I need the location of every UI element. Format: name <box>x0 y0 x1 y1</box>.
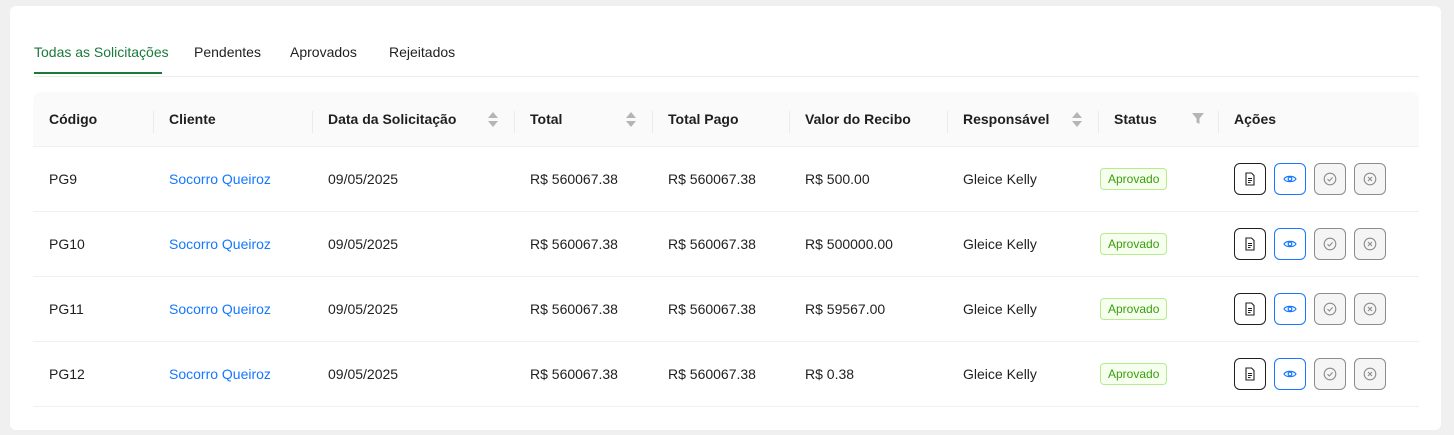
receipt-button[interactable] <box>1234 163 1266 195</box>
view-button[interactable] <box>1274 163 1306 195</box>
approve-button[interactable] <box>1314 293 1346 325</box>
sort-icon[interactable] <box>626 112 636 128</box>
status-badge: Aprovado <box>1100 168 1168 190</box>
cell-total-pago: R$ 560067.38 <box>652 341 789 407</box>
cell-total: R$ 560067.38 <box>514 276 652 342</box>
row-actions <box>1234 163 1403 195</box>
reject-button[interactable] <box>1354 228 1386 260</box>
receipt-button[interactable] <box>1234 228 1266 260</box>
filter-icon[interactable] <box>1192 113 1204 125</box>
cell-responsavel: Gleice Kelly <box>947 341 1098 407</box>
table-row: PG9 Socorro Queiroz 09/05/2025 R$ 560067… <box>33 146 1419 212</box>
cell-total: R$ 560067.38 <box>514 211 652 277</box>
check-circle-icon <box>1323 302 1337 316</box>
client-link[interactable]: Socorro Queiroz <box>169 171 271 187</box>
cell-codigo: PG11 <box>33 276 153 342</box>
col-header-codigo: Código <box>33 92 153 147</box>
table-header-row: Código Cliente Data da Solicitação Total… <box>33 92 1419 147</box>
tab-pendentes[interactable]: Pendentes <box>194 44 261 60</box>
reject-button[interactable] <box>1354 358 1386 390</box>
cell-data: 09/05/2025 <box>312 146 514 212</box>
receipt-button[interactable] <box>1234 293 1266 325</box>
cell-total-pago: R$ 560067.38 <box>652 276 789 342</box>
view-button[interactable] <box>1274 358 1306 390</box>
document-icon <box>1245 237 1255 251</box>
col-header-total-pago: Total Pago <box>652 92 789 147</box>
requests-card: Todas as Solicitações Pendentes Aprovado… <box>10 6 1441 430</box>
close-circle-icon <box>1363 367 1377 381</box>
row-actions <box>1234 358 1403 390</box>
sort-icon[interactable] <box>488 112 498 128</box>
table-row: PG11 Socorro Queiroz 09/05/2025 R$ 56006… <box>33 276 1419 342</box>
tab-aprovados[interactable]: Aprovados <box>290 44 357 60</box>
tab-todas-solicitacoes[interactable]: Todas as Solicitações <box>34 44 169 60</box>
status-badge: Aprovado <box>1100 363 1168 385</box>
document-icon <box>1245 172 1255 186</box>
row-actions <box>1234 228 1403 260</box>
col-header-cliente: Cliente <box>153 92 312 147</box>
requests-table: Código Cliente Data da Solicitação Total… <box>33 92 1419 407</box>
status-tabs: Todas as Solicitações Pendentes Aprovado… <box>34 6 1419 77</box>
cell-total-pago: R$ 560067.38 <box>652 146 789 212</box>
cell-data: 09/05/2025 <box>312 276 514 342</box>
document-icon <box>1245 367 1255 381</box>
eye-icon <box>1283 240 1297 248</box>
approve-button[interactable] <box>1314 163 1346 195</box>
client-link[interactable]: Socorro Queiroz <box>169 236 271 252</box>
reject-button[interactable] <box>1354 293 1386 325</box>
active-tab-indicator <box>34 72 162 74</box>
cell-valor-recibo: R$ 500.00 <box>789 146 947 212</box>
row-actions <box>1234 293 1403 325</box>
eye-icon <box>1283 305 1297 313</box>
cell-valor-recibo: R$ 59567.00 <box>789 276 947 342</box>
view-button[interactable] <box>1274 228 1306 260</box>
cell-codigo: PG12 <box>33 341 153 407</box>
col-header-status: Status <box>1098 92 1218 147</box>
col-header-data[interactable]: Data da Solicitação <box>312 92 514 147</box>
col-header-valor-recibo: Valor do Recibo <box>789 92 947 147</box>
status-badge: Aprovado <box>1100 298 1168 320</box>
cell-total: R$ 560067.38 <box>514 341 652 407</box>
sort-icon[interactable] <box>1072 112 1082 128</box>
check-circle-icon <box>1323 172 1337 186</box>
cell-codigo: PG9 <box>33 146 153 212</box>
cell-data: 09/05/2025 <box>312 341 514 407</box>
document-icon <box>1245 302 1255 316</box>
client-link[interactable]: Socorro Queiroz <box>169 366 271 382</box>
receipt-button[interactable] <box>1234 358 1266 390</box>
close-circle-icon <box>1363 237 1377 251</box>
close-circle-icon <box>1363 172 1377 186</box>
cell-codigo: PG10 <box>33 211 153 277</box>
status-badge: Aprovado <box>1100 233 1168 255</box>
check-circle-icon <box>1323 237 1337 251</box>
cell-responsavel: Gleice Kelly <box>947 276 1098 342</box>
cell-total-pago: R$ 560067.38 <box>652 211 789 277</box>
approve-button[interactable] <box>1314 358 1346 390</box>
cell-valor-recibo: R$ 0.38 <box>789 341 947 407</box>
cell-responsavel: Gleice Kelly <box>947 211 1098 277</box>
reject-button[interactable] <box>1354 163 1386 195</box>
cell-data: 09/05/2025 <box>312 211 514 277</box>
check-circle-icon <box>1323 367 1337 381</box>
tab-rejeitados[interactable]: Rejeitados <box>389 44 455 60</box>
eye-icon <box>1283 175 1297 183</box>
approve-button[interactable] <box>1314 228 1346 260</box>
col-header-acoes: Ações <box>1218 92 1419 147</box>
client-link[interactable]: Socorro Queiroz <box>169 301 271 317</box>
col-header-responsavel[interactable]: Responsável <box>947 92 1098 147</box>
close-circle-icon <box>1363 302 1377 316</box>
table-body: PG9 Socorro Queiroz 09/05/2025 R$ 560067… <box>33 146 1419 407</box>
cell-total: R$ 560067.38 <box>514 146 652 212</box>
table-row: PG10 Socorro Queiroz 09/05/2025 R$ 56006… <box>33 211 1419 277</box>
table-row: PG12 Socorro Queiroz 09/05/2025 R$ 56006… <box>33 341 1419 407</box>
cell-responsavel: Gleice Kelly <box>947 146 1098 212</box>
cell-valor-recibo: R$ 500000.00 <box>789 211 947 277</box>
eye-icon <box>1283 370 1297 378</box>
col-header-total[interactable]: Total <box>514 92 652 147</box>
view-button[interactable] <box>1274 293 1306 325</box>
